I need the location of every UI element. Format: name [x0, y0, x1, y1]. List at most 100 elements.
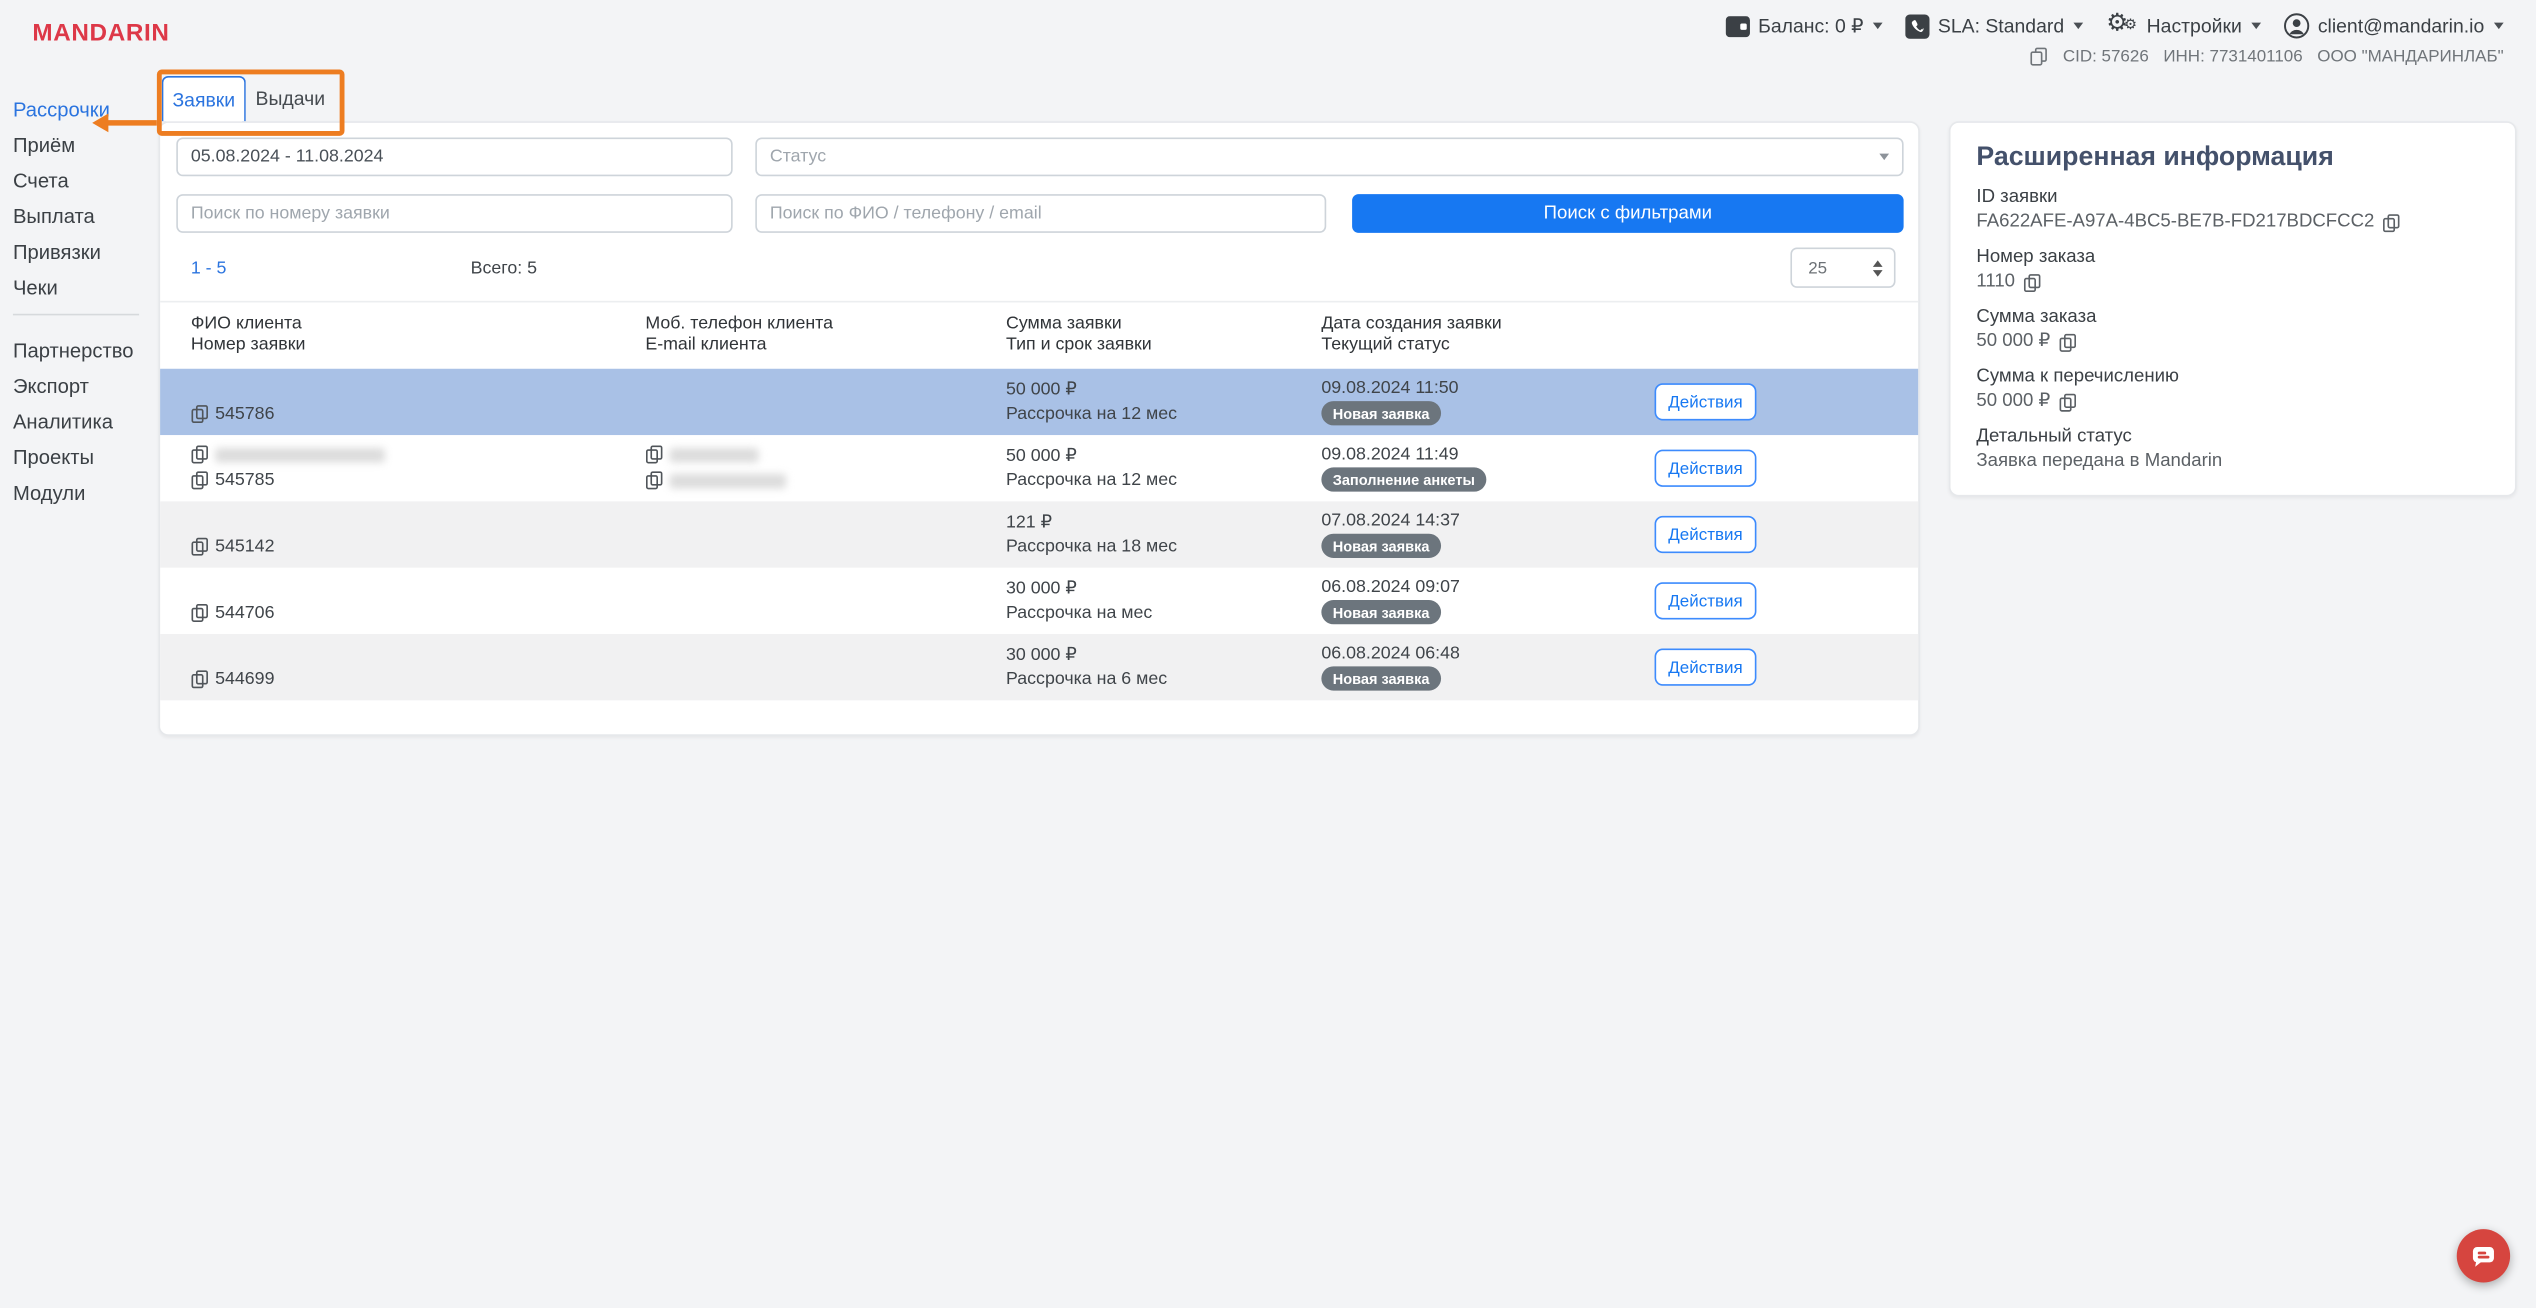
application-number: 544699: [215, 670, 274, 689]
application-date: 06.08.2024 06:48: [1321, 644, 1460, 663]
redacted-client-name: [215, 447, 385, 462]
table-header: ФИО клиента Номер заявки Моб. телефон кл…: [160, 301, 1918, 372]
copy-icon[interactable]: [2023, 273, 2041, 292]
page-size-select[interactable]: 25: [1790, 247, 1895, 287]
user-dropdown[interactable]: client@mandarin.io: [2284, 13, 2504, 39]
application-number: 544706: [215, 603, 274, 622]
copy-icon[interactable]: [191, 445, 209, 464]
status-badge: Новая заявка: [1321, 600, 1440, 624]
balance-label: Баланс: 0 ₽: [1758, 15, 1863, 38]
application-number: 545785: [215, 471, 274, 490]
application-term: Рассрочка на 12 мес: [1006, 471, 1177, 490]
status-badge: Заполнение анкеты: [1321, 467, 1486, 491]
status-badge: Новая заявка: [1321, 534, 1440, 558]
column-header: Номер заявки: [191, 335, 306, 356]
field-value: 50 000 ₽: [1976, 332, 2050, 353]
copy-icon[interactable]: [191, 404, 209, 423]
sidebar-item-projects[interactable]: Проекты: [13, 448, 159, 469]
app-root: MANDARIN Баланс: 0 ₽ SLA: Standard ⚙⚙ На…: [0, 0, 2536, 1308]
application-number: 545786: [215, 404, 274, 423]
sidebar-item-installments[interactable]: Рассрочки: [13, 100, 159, 121]
copy-icon[interactable]: [191, 471, 209, 490]
caret-down-icon: [1879, 154, 1889, 160]
sla-dropdown[interactable]: SLA: Standard: [1906, 14, 2084, 38]
search-with-filters-button[interactable]: Поиск с фильтрами: [1352, 194, 1904, 233]
table-row[interactable]: 545785 50 000 ₽ Рассрочка на 12 мес 09.0…: [160, 435, 1918, 501]
sidebar-item-partnership[interactable]: Партнерство: [13, 341, 159, 362]
sidebar-item-export[interactable]: Экспорт: [13, 377, 159, 398]
column-header: Тип и срок заявки: [1006, 335, 1152, 356]
search-number-input[interactable]: [176, 194, 732, 233]
column-header: Текущий статус: [1321, 335, 1501, 356]
column-header: Дата создания заявки: [1321, 314, 1501, 335]
application-date: 09.08.2024 11:50: [1321, 378, 1458, 397]
brand-logo: MANDARIN: [32, 19, 169, 46]
details-panel: Расширенная информация ID заявки FA622AF…: [1949, 121, 2517, 496]
table-row[interactable]: 544699 30 000 ₽ Рассрочка на 6 мес 06.08…: [160, 634, 1918, 700]
stepper-icon: [1873, 260, 1883, 276]
company-name: ООО "МАНДАРИНЛАБ": [2317, 47, 2503, 66]
topbar: Баланс: 0 ₽ SLA: Standard ⚙⚙ Настройки c…: [1726, 13, 2504, 66]
field-value: FA622AFE-A97A-4BC5-BE7B-FD217BDCFCC2: [1976, 212, 2374, 233]
actions-button[interactable]: Действия: [1655, 383, 1757, 420]
pagination-range[interactable]: 1 - 5: [191, 259, 227, 278]
user-icon: [2284, 13, 2310, 39]
status-placeholder: Статус: [770, 147, 826, 166]
copy-icon[interactable]: [191, 537, 209, 556]
application-amount: 30 000 ₽: [1006, 577, 1077, 598]
date-range-input[interactable]: [176, 137, 732, 176]
table-row[interactable]: 545142 121 ₽ Рассрочка на 18 мес 07.08.2…: [160, 501, 1918, 567]
table-row[interactable]: 545786 50 000 ₽ Рассрочка на 12 мес 09.0…: [160, 369, 1918, 435]
settings-dropdown[interactable]: ⚙⚙ Настройки: [2106, 13, 2261, 39]
sidebar-item-receipts[interactable]: Чеки: [13, 278, 159, 299]
balance-dropdown[interactable]: Баланс: 0 ₽: [1726, 15, 1883, 38]
copy-icon[interactable]: [191, 670, 209, 689]
field-value: 50 000 ₽: [1976, 391, 2050, 412]
field-value: 1110: [1976, 272, 2015, 293]
copy-icon[interactable]: [645, 445, 663, 464]
copy-icon[interactable]: [2031, 47, 2049, 66]
column-header: Сумма заявки: [1006, 314, 1152, 335]
tab-issuances[interactable]: Выдачи: [246, 76, 335, 121]
application-amount: 30 000 ₽: [1006, 644, 1077, 665]
actions-button[interactable]: Действия: [1655, 516, 1757, 553]
pagination-total: Всего: 5: [471, 259, 537, 278]
tab-applications[interactable]: Заявки: [162, 76, 246, 121]
sidebar-item-bindings[interactable]: Привязки: [13, 243, 159, 264]
application-amount: 121 ₽: [1006, 511, 1052, 532]
application-amount: 50 000 ₽: [1006, 445, 1077, 466]
sidebar-item-payout[interactable]: Выплата: [13, 207, 159, 228]
application-date: 07.08.2024 14:37: [1321, 511, 1460, 530]
field-label: Номер заказа: [1976, 247, 2489, 268]
search-fio-input[interactable]: [755, 194, 1326, 233]
field-label: ID заявки: [1976, 188, 2489, 209]
chat-bubble-icon: [2470, 1242, 2497, 1269]
copy-icon[interactable]: [2058, 392, 2076, 411]
column-header: E-mail клиента: [645, 335, 833, 356]
redacted-client-email: [670, 473, 786, 488]
application-term: Рассрочка на 6 мес: [1006, 670, 1167, 689]
field-label: Детальный статус: [1976, 427, 2489, 448]
cid-value: CID: 57626: [2063, 47, 2149, 66]
application-term: Рассрочка на мес: [1006, 603, 1152, 622]
actions-button[interactable]: Действия: [1655, 582, 1757, 619]
actions-button[interactable]: Действия: [1655, 450, 1757, 487]
table-row[interactable]: 544706 30 000 ₽ Рассрочка на мес 06.08.2…: [160, 568, 1918, 634]
application-date: 09.08.2024 11:49: [1321, 445, 1458, 464]
caret-down-icon: [2252, 23, 2262, 29]
sidebar-item-invoices[interactable]: Счета: [13, 171, 159, 192]
chat-fab-button[interactable]: [2457, 1229, 2510, 1282]
status-select[interactable]: Статус: [755, 137, 1903, 176]
sidebar-divider: [13, 314, 139, 316]
table-body: 545786 50 000 ₽ Рассрочка на 12 мес 09.0…: [160, 369, 1918, 701]
sidebar-item-modules[interactable]: Модули: [13, 484, 159, 505]
copy-icon[interactable]: [2058, 332, 2076, 351]
sidebar-item-analytics[interactable]: Аналитика: [13, 412, 159, 433]
copy-icon[interactable]: [191, 603, 209, 622]
account-meta: CID: 57626 ИНН: 7731401106 ООО "МАНДАРИН…: [2031, 47, 2504, 66]
details-panel-title: Расширенная информация: [1976, 142, 2489, 173]
sidebar-item-acceptance[interactable]: Приём: [13, 136, 159, 157]
copy-icon[interactable]: [2382, 213, 2400, 232]
actions-button[interactable]: Действия: [1655, 649, 1757, 686]
copy-icon[interactable]: [645, 471, 663, 490]
